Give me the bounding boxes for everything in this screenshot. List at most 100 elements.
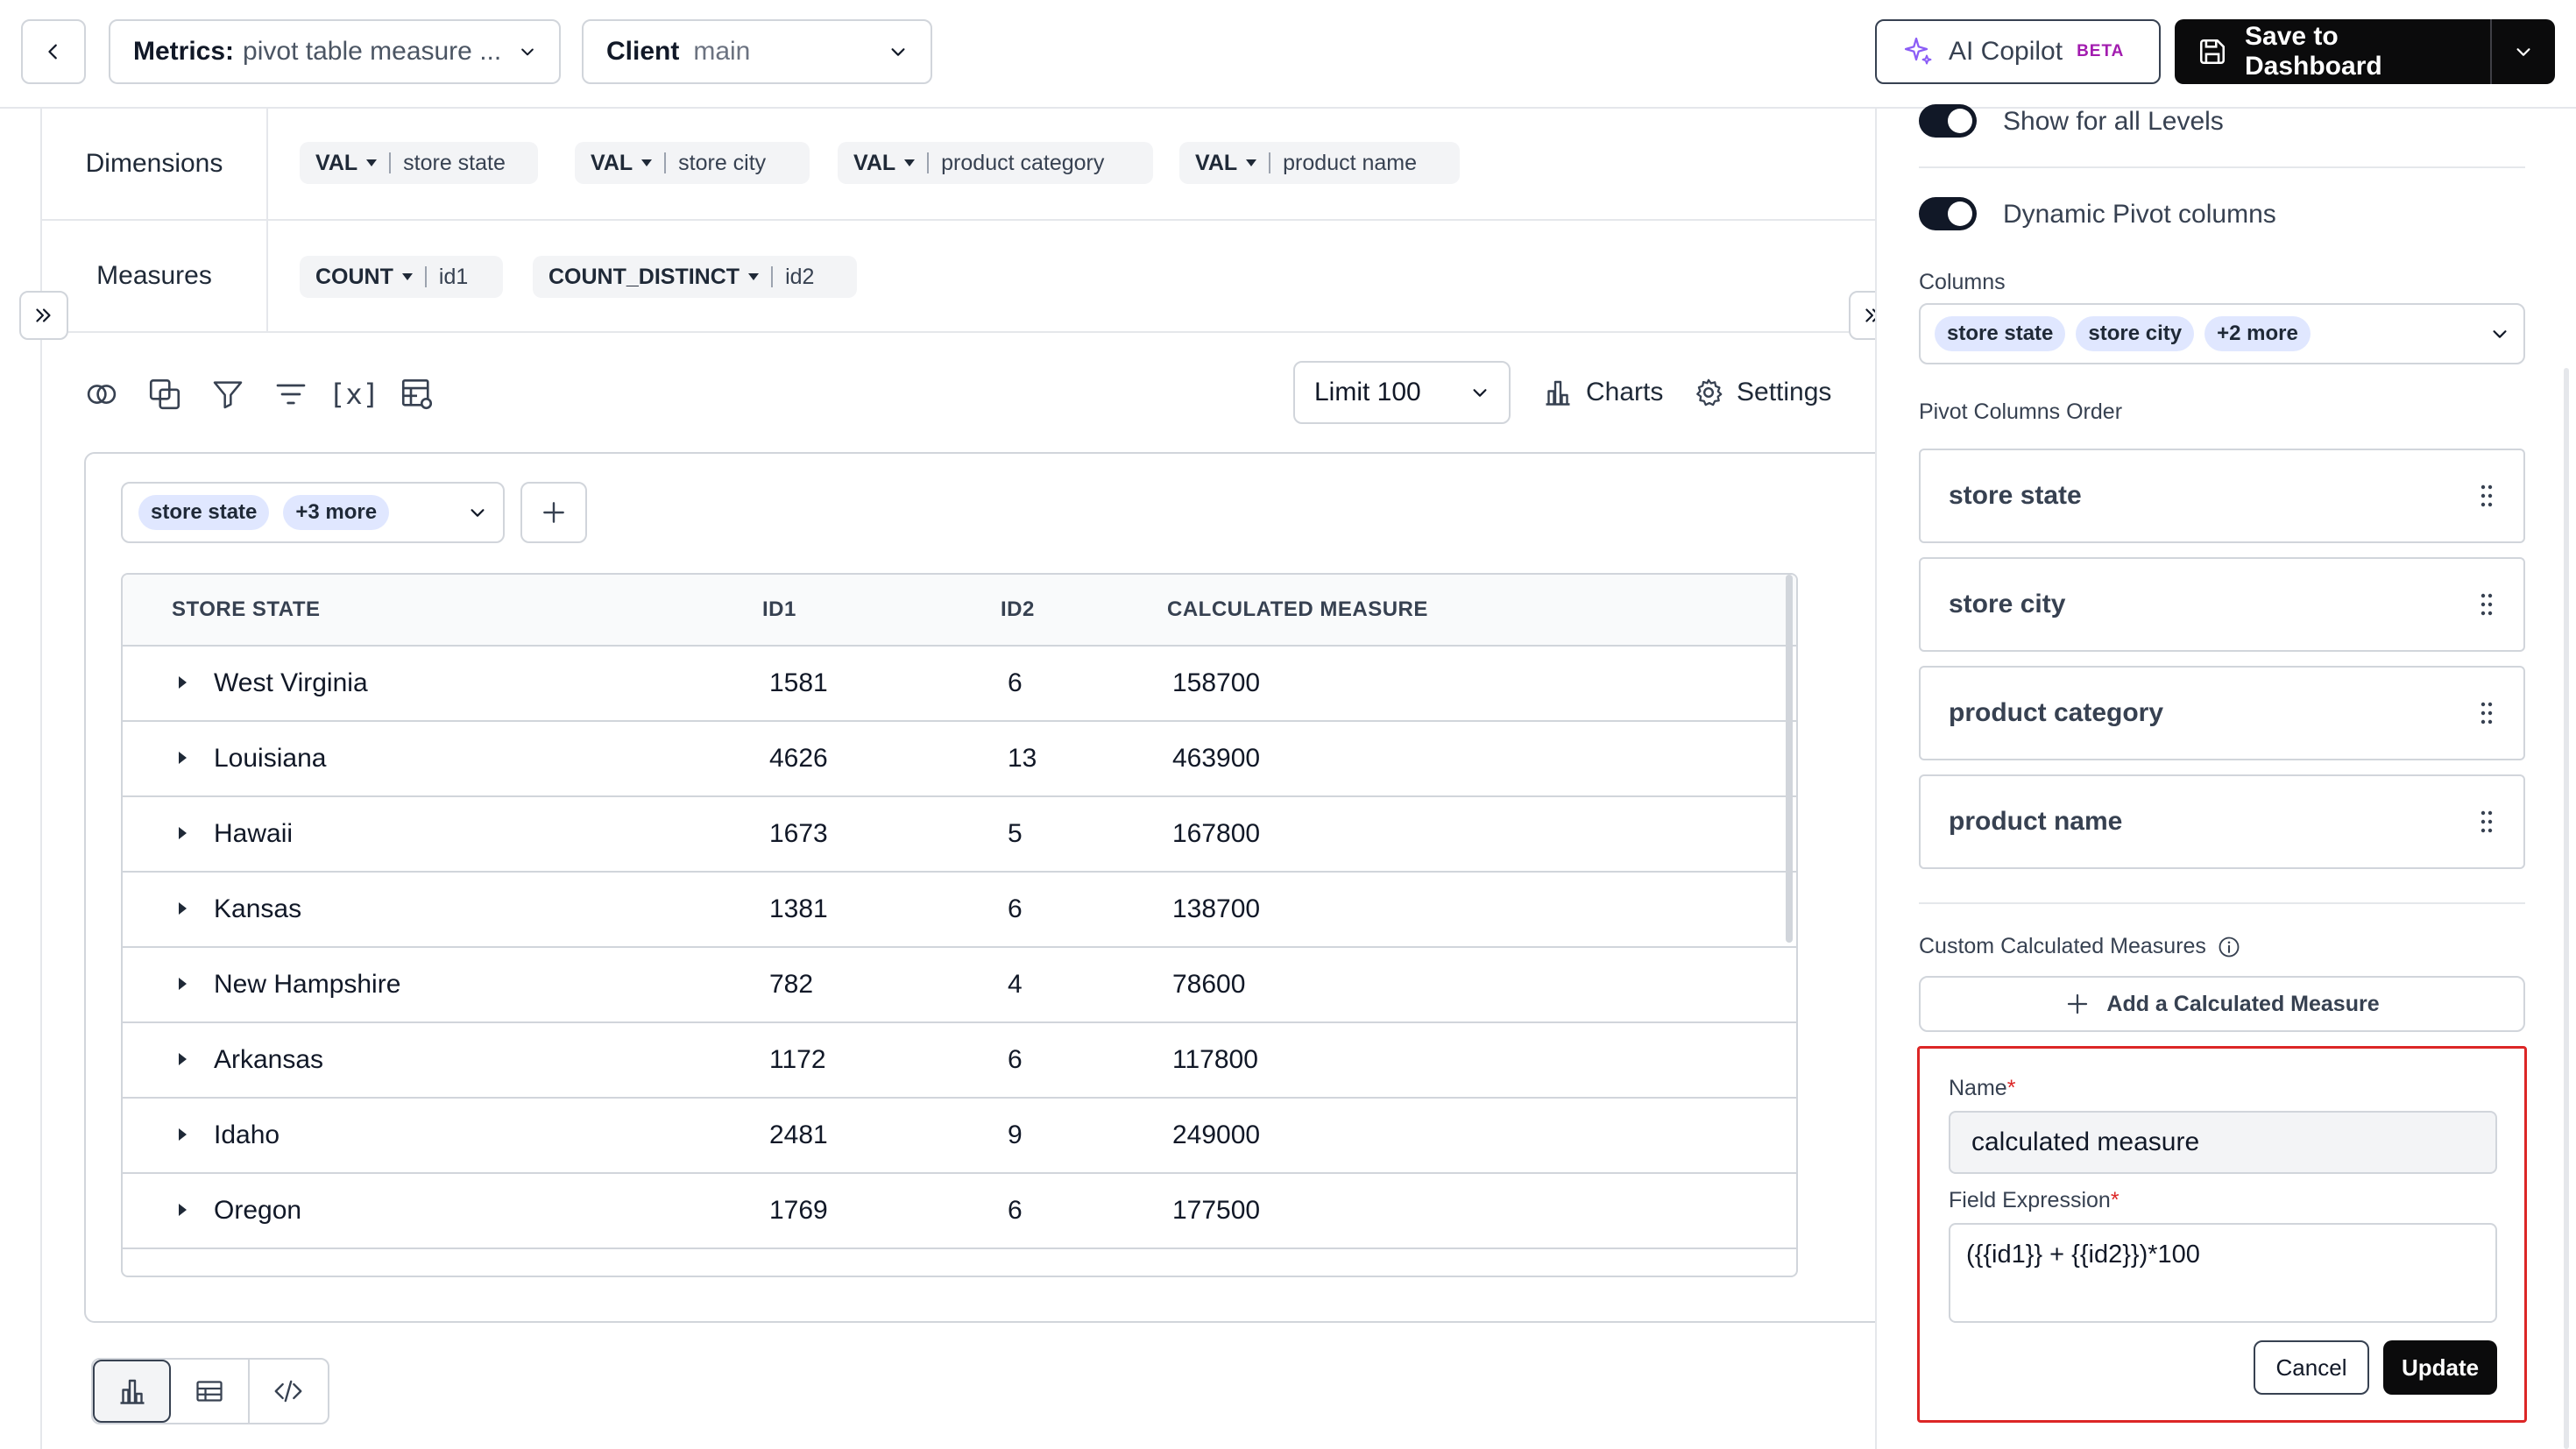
name-input[interactable]: calculated measure (1949, 1111, 2497, 1174)
column-header-calculated-measure[interactable]: CALCULATED MEASURE (1167, 575, 1428, 645)
column-header-store-state[interactable]: STORE STATE (172, 575, 321, 645)
dimension-chip[interactable]: VAL product name (1179, 142, 1460, 184)
table-row[interactable]: Kansas 1381 6 138700 (123, 873, 1796, 948)
cell-id1: 1581 (769, 668, 828, 697)
dimension-chip[interactable]: VAL store state (300, 142, 538, 184)
cell-calculated-measure: 78600 (1172, 970, 1246, 999)
add-calculated-measure-button[interactable]: Add a Calculated Measure (1919, 976, 2525, 1032)
table-row[interactable]: Arkansas 1172 6 117800 (123, 1023, 1796, 1099)
save-button-group: Save to Dashboard (2175, 19, 2555, 84)
table-scrollbar[interactable] (1786, 575, 1793, 943)
variable-icon[interactable]: [x] (329, 373, 379, 415)
add-group-button[interactable] (520, 482, 587, 543)
caret-down-icon (401, 273, 413, 280)
table-view-tab[interactable] (171, 1360, 250, 1423)
custom-calculated-measures-label: Custom Calculated Measures (1919, 934, 2206, 958)
info-icon[interactable] (2217, 935, 2241, 959)
chip-field: store state (403, 150, 506, 175)
chart-view-tab[interactable] (93, 1360, 172, 1423)
column-header-id2[interactable]: ID2 (1001, 575, 1035, 645)
group-by-pill: store state (138, 495, 270, 530)
right-panel-scrollbar[interactable] (2564, 368, 2569, 1449)
field-expression-textarea[interactable]: ({{id1}} + {{id2}})*100 (1949, 1223, 2497, 1323)
measure-chip[interactable]: COUNT id1 (300, 256, 503, 298)
caret-down-icon (366, 159, 378, 166)
beta-badge: BETA (2077, 42, 2125, 60)
expand-row-icon[interactable] (179, 978, 187, 990)
pivot-columns-select[interactable]: store state store city +2 more (1919, 303, 2525, 364)
column-pill: store city (2076, 316, 2195, 351)
table-row[interactable]: Louisiana 4626 13 463900 (123, 722, 1796, 797)
pivot-order-item[interactable]: product name (1919, 774, 2525, 869)
cell-id1: 1172 (769, 1045, 826, 1074)
add-calculated-measure-label: Add a Calculated Measure (2106, 991, 2380, 1016)
table-row[interactable]: New Hampshire 782 4 78600 (123, 948, 1796, 1023)
chip-field: store city (678, 150, 767, 175)
drag-handle-icon[interactable] (2478, 484, 2495, 508)
dimension-chip[interactable]: VAL store city (575, 142, 810, 184)
save-to-dashboard-button[interactable]: Save to Dashboard (2175, 22, 2490, 81)
chip-divider (927, 152, 930, 173)
limit-select-value: Limit 100 (1314, 378, 1421, 406)
ai-copilot-button[interactable]: AI Copilot BETA (1875, 19, 2161, 84)
settings-label: Settings (1737, 378, 1832, 406)
cell-store-state: Kansas (214, 894, 302, 923)
expand-row-icon[interactable] (179, 676, 187, 689)
drag-handle-icon[interactable] (2478, 592, 2495, 617)
column-pill: store state (1935, 316, 2066, 351)
bar-chart-icon (1542, 377, 1574, 408)
pivot-order-item[interactable]: product category (1919, 666, 2525, 760)
group-by-more-pill: +3 more (283, 495, 390, 530)
show-all-levels-toggle[interactable] (1919, 104, 1977, 138)
cell-calculated-measure: 249000 (1172, 1120, 1261, 1149)
charts-button[interactable]: Charts (1542, 366, 1663, 419)
expand-row-icon[interactable] (179, 1128, 187, 1141)
expand-row-icon[interactable] (179, 1204, 187, 1216)
back-button[interactable] (21, 19, 86, 84)
limit-select[interactable]: Limit 100 (1293, 361, 1511, 424)
dynamic-pivot-toggle[interactable] (1919, 197, 1977, 230)
table-icon (194, 1375, 225, 1407)
table-row[interactable]: West Virginia 1581 6 158700 (123, 647, 1796, 722)
table-row[interactable]: Idaho 2481 9 249000 (123, 1099, 1796, 1174)
name-field-label: Name* (1949, 1076, 2015, 1101)
chip-divider (771, 266, 774, 287)
drag-handle-icon[interactable] (2478, 701, 2495, 725)
expand-row-icon[interactable] (179, 827, 187, 839)
settings-button[interactable]: Settings (1693, 366, 1831, 419)
pivot-order-item[interactable]: store city (1919, 557, 2525, 652)
join-icon[interactable] (81, 373, 123, 415)
expand-row-icon[interactable] (179, 902, 187, 915)
client-selector-key: Client (606, 37, 680, 66)
pivot-order-item[interactable]: store state (1919, 449, 2525, 543)
columns-label: Columns (1919, 270, 2006, 294)
expand-row-icon[interactable] (179, 752, 187, 764)
table-row[interactable]: Hawaii 1673 5 167800 (123, 797, 1796, 873)
gear-icon (1693, 377, 1724, 408)
expand-row-icon[interactable] (179, 1053, 187, 1065)
sort-icon[interactable] (270, 373, 312, 415)
chip-field: product name (1283, 150, 1418, 175)
client-selector[interactable]: Client main (582, 19, 932, 84)
cancel-button[interactable]: Cancel (2254, 1340, 2369, 1395)
metric-selector[interactable]: Metrics: pivot table measure ... (109, 19, 561, 84)
table-settings-icon[interactable] (396, 373, 438, 415)
cell-id2: 9 (1008, 1120, 1023, 1149)
caret-down-icon (641, 159, 653, 166)
column-header-id1[interactable]: ID1 (762, 575, 796, 645)
update-button[interactable]: Update (2383, 1340, 2497, 1395)
table-row[interactable]: Oregon 1769 6 177500 (123, 1174, 1796, 1249)
code-view-tab[interactable] (250, 1360, 328, 1423)
measure-chip[interactable]: COUNT_DISTINCT id2 (533, 256, 857, 298)
filter-icon[interactable] (207, 373, 249, 415)
save-options-dropdown[interactable] (2490, 19, 2555, 84)
copy-icon[interactable] (144, 373, 186, 415)
cell-id1: 1673 (769, 819, 828, 848)
chevron-left-icon (44, 42, 63, 61)
dimension-chip[interactable]: VAL product category (838, 142, 1153, 184)
divider (1919, 166, 2525, 168)
cell-calculated-measure: 117800 (1172, 1045, 1258, 1074)
drag-handle-icon[interactable] (2478, 809, 2495, 834)
expand-left-sidebar-button[interactable] (19, 291, 68, 340)
group-by-select[interactable]: store state +3 more (121, 482, 505, 543)
